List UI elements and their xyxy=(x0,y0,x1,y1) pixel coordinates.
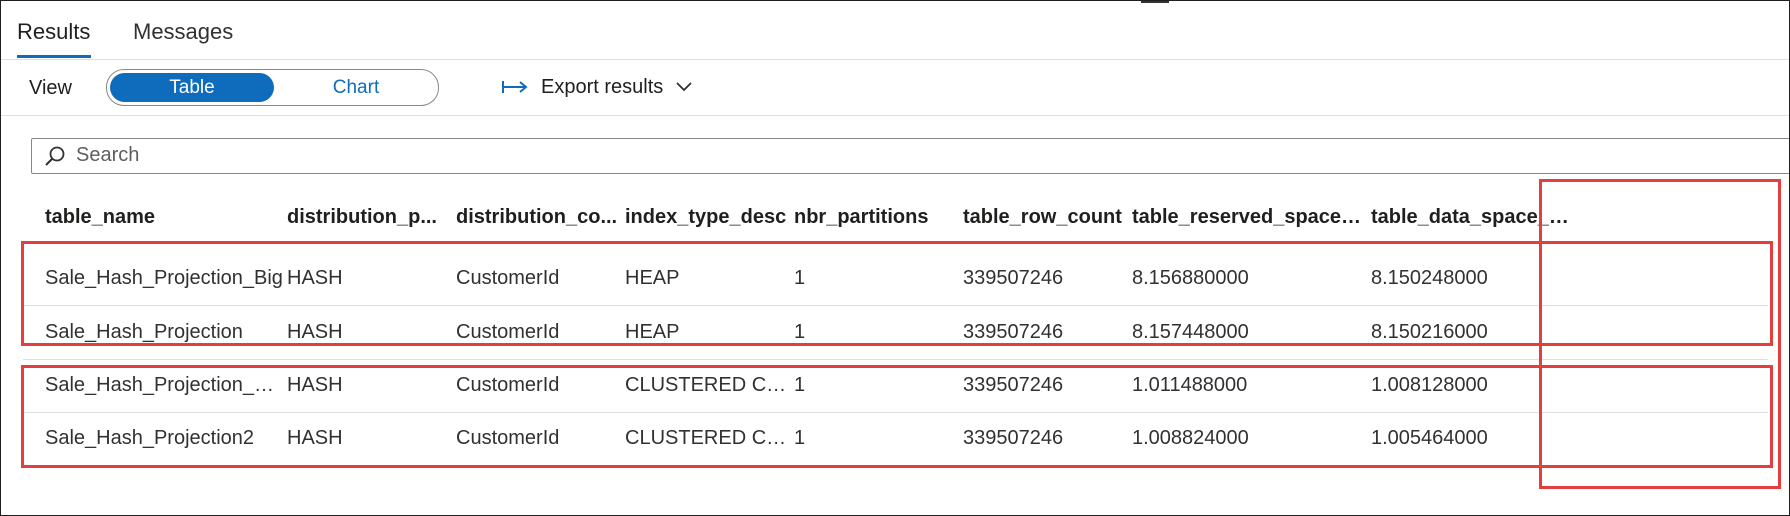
column-header[interactable]: distribution_p... xyxy=(287,191,452,244)
export-results-button[interactable]: Export results xyxy=(501,73,693,101)
column-header[interactable]: distribution_co... xyxy=(456,191,621,244)
highlight-box-data-space-column xyxy=(1539,179,1781,489)
view-chart-option[interactable]: Chart xyxy=(277,73,435,102)
column-header[interactable]: table_name xyxy=(45,191,285,244)
export-arrow-icon xyxy=(501,79,529,95)
search-icon xyxy=(44,146,66,173)
search-box[interactable] xyxy=(31,138,1789,174)
active-tab-indicator xyxy=(17,55,91,58)
view-toggle[interactable]: Table Chart xyxy=(106,69,439,106)
tab-results[interactable]: Results xyxy=(17,19,90,45)
search-input[interactable] xyxy=(76,143,1576,167)
table-header-row: table_name distribution_p... distributio… xyxy=(23,191,1768,244)
export-results-label: Export results xyxy=(541,75,664,98)
highlight-box-columnstore-rows xyxy=(21,365,1773,468)
view-table-option[interactable]: Table xyxy=(110,73,274,102)
query-results-panel: Results Messages View Table Chart Export… xyxy=(0,0,1790,516)
results-toolbar: View Table Chart Export results xyxy=(1,59,1789,116)
column-header[interactable]: table_row_count xyxy=(963,191,1128,244)
column-header[interactable]: index_type_desc xyxy=(625,191,790,244)
results-tab-bar: Results Messages xyxy=(1,1,1789,60)
tab-messages[interactable]: Messages xyxy=(133,19,233,45)
chevron-down-icon xyxy=(675,81,693,93)
column-header[interactable]: nbr_partitions xyxy=(794,191,959,244)
column-header[interactable]: table_reserved_space_GB xyxy=(1132,191,1368,244)
highlight-box-heap-rows xyxy=(21,241,1773,346)
view-label: View xyxy=(29,77,72,99)
